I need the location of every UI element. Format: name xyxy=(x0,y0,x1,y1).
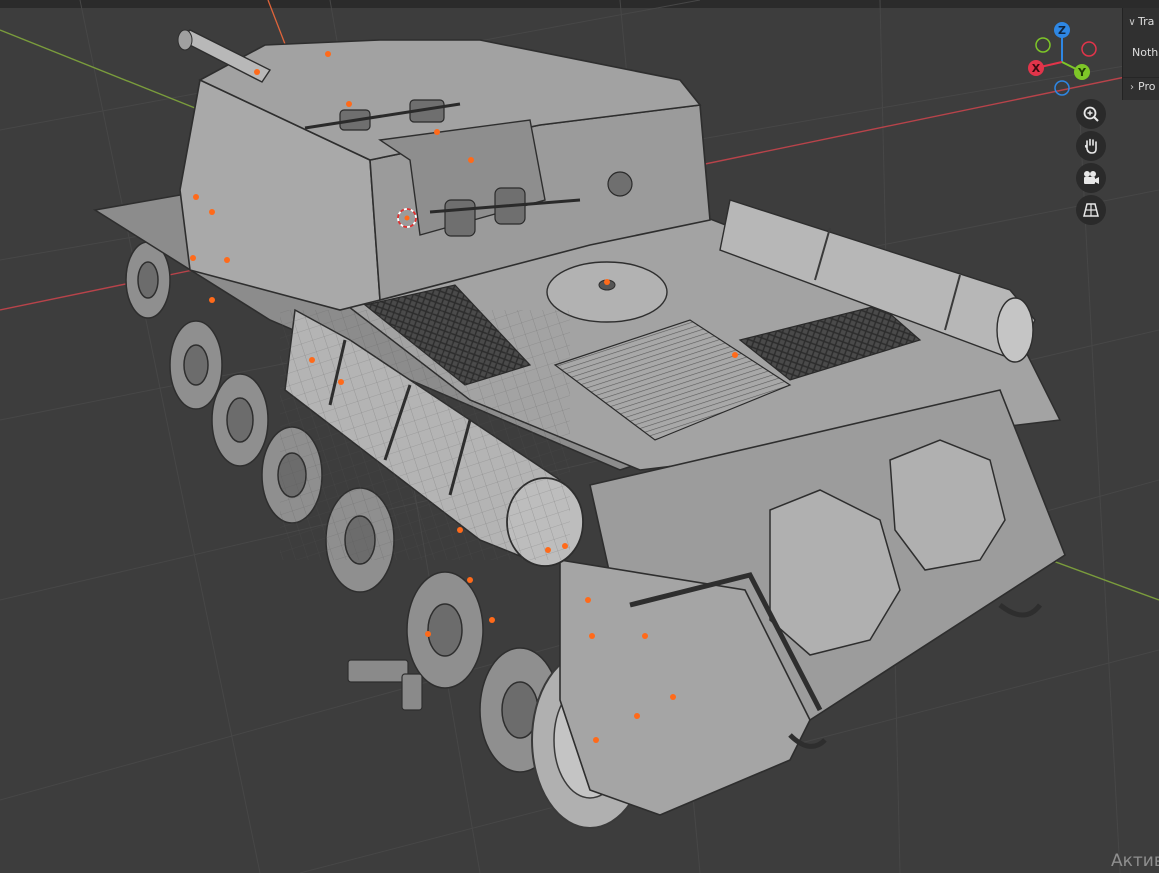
neg-y-handle[interactable] xyxy=(1035,37,1051,53)
tank-model[interactable] xyxy=(92,29,1066,829)
transform-label: Tra xyxy=(1138,15,1155,28)
ortho-toggle-button[interactable] xyxy=(1076,195,1106,225)
hand-icon xyxy=(1084,138,1097,154)
activation-watermark: Актив xyxy=(1111,851,1159,871)
properties-label: Pro xyxy=(1138,80,1156,93)
camera-view-button[interactable] xyxy=(1076,163,1106,193)
y-label: Y xyxy=(1077,66,1087,79)
chevron-down-icon: ∨ xyxy=(1128,17,1136,28)
zoom-button[interactable] xyxy=(1076,99,1106,129)
neg-x-handle[interactable] xyxy=(1081,41,1097,57)
navigation-gizmo[interactable]: Z X Y xyxy=(1024,18,1100,98)
pan-button[interactable] xyxy=(1076,131,1106,161)
camera-icon xyxy=(1084,171,1099,184)
tow-cable-hook xyxy=(347,659,423,711)
zoom-in-icon xyxy=(1083,106,1099,122)
properties-panel-header[interactable]: › Pro xyxy=(1123,77,1159,97)
x-label: X xyxy=(1032,62,1041,75)
grid-perspective-icon xyxy=(1083,203,1099,217)
fuel-tank xyxy=(280,308,584,567)
chevron-right-icon: › xyxy=(1130,82,1134,93)
transform-panel-header[interactable]: ∨ Tra xyxy=(1123,12,1159,32)
sidebar-panel[interactable]: ∨ Tra Nothi › Pro xyxy=(1122,8,1159,100)
3d-viewport[interactable] xyxy=(0,0,1159,873)
nothing-selected-text: Nothi xyxy=(1132,46,1159,59)
neg-z-handle[interactable] xyxy=(1054,80,1070,96)
z-label: Z xyxy=(1058,24,1066,37)
